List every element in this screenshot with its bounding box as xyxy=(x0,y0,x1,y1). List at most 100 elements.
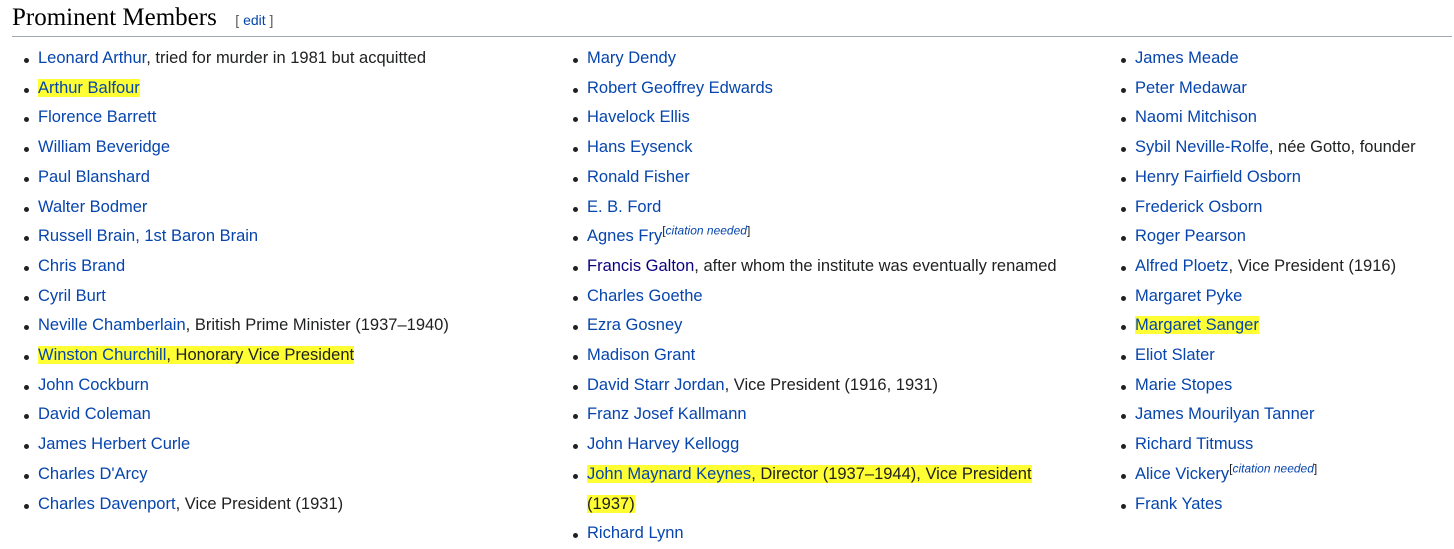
member-link[interactable]: Robert Geoffrey Edwards xyxy=(587,79,773,97)
member-list-item: Cyril Burt xyxy=(12,282,449,312)
member-list-item: John Cockburn xyxy=(12,371,449,401)
member-link[interactable]: David Starr Jordan xyxy=(587,376,725,394)
member-list-item: Chris Brand xyxy=(12,252,449,282)
citation-needed-tag: [citation needed] xyxy=(1229,461,1318,476)
members-column-1: Leonard Arthur, tried for murder in 1981… xyxy=(12,44,449,519)
members-column-2: Mary Dendy Robert Geoffrey Edwards Haveloc… xyxy=(561,44,1081,549)
member-link[interactable]: John Maynard Keynes xyxy=(587,465,751,483)
member-list-item: Madison Grant xyxy=(561,341,1081,371)
member-list-item: Neville Chamberlain, British Prime Minis… xyxy=(12,311,449,341)
member-list-item: Ezra Gosney xyxy=(561,311,1081,341)
member-note: , tried for murder in 1981 but acquitted xyxy=(146,49,426,67)
citation-needed-link[interactable]: citation needed xyxy=(666,224,747,238)
member-link[interactable]: Havelock Ellis xyxy=(587,108,690,126)
member-list-item: Walter Bodmer xyxy=(12,193,449,223)
member-link[interactable]: Alfred Ploetz xyxy=(1135,257,1229,275)
member-link[interactable]: Franz Josef Kallmann xyxy=(587,405,747,423)
member-link[interactable]: James Meade xyxy=(1135,49,1239,67)
member-link[interactable]: Ezra Gosney xyxy=(587,316,682,334)
member-link[interactable]: James Mourilyan Tanner xyxy=(1135,405,1314,423)
member-list-item: Richard Lynn xyxy=(561,519,1081,549)
member-link[interactable]: Florence Barrett xyxy=(38,108,156,126)
member-list-item: Richard Titmuss xyxy=(1109,430,1416,460)
member-link[interactable]: Charles D'Arcy xyxy=(38,465,148,483)
member-list-item: Hans Eysenck xyxy=(561,133,1081,163)
member-note: , Honorary Vice President xyxy=(166,346,355,365)
member-link[interactable]: Richard Lynn xyxy=(587,524,684,542)
member-link[interactable]: William Beveridge xyxy=(38,138,170,156)
member-link[interactable]: Roger Pearson xyxy=(1135,227,1246,245)
member-list-item: David Coleman xyxy=(12,400,449,430)
member-link[interactable]: Frederick Osborn xyxy=(1135,198,1262,216)
member-link[interactable]: Paul Blanshard xyxy=(38,168,150,186)
member-link[interactable]: Naomi Mitchison xyxy=(1135,108,1257,126)
member-link[interactable]: John Harvey Kellogg xyxy=(587,435,739,453)
member-note: , née Gotto, founder xyxy=(1268,138,1416,157)
citation-needed-link[interactable]: citation needed xyxy=(1233,461,1314,475)
member-list-item: Paul Blanshard xyxy=(12,163,449,193)
member-link[interactable]: Richard Titmuss xyxy=(1135,435,1253,453)
member-list-item: Leonard Arthur, tried for murder in 1981… xyxy=(12,44,449,74)
member-list-item: William Beveridge xyxy=(12,133,449,163)
members-column-3: James Meade Peter Medawar Naomi Mitchison S… xyxy=(1109,44,1416,519)
member-list-item: James Mourilyan Tanner xyxy=(1109,400,1416,430)
member-link[interactable]: Arthur Balfour xyxy=(38,79,140,97)
member-link[interactable]: Charles Davenport xyxy=(38,495,176,513)
member-link[interactable]: David Coleman xyxy=(38,405,151,423)
member-link[interactable]: Russell Brain, 1st Baron Brain xyxy=(38,227,258,245)
member-link[interactable]: Cyril Burt xyxy=(38,287,106,305)
member-list-item: Sybil Neville-Rolfe, née Gotto, founder xyxy=(1109,133,1416,163)
member-list-item: Marie Stopes xyxy=(1109,371,1416,401)
member-list-item: Florence Barrett xyxy=(12,103,449,133)
edit-link[interactable]: edit xyxy=(243,12,266,28)
member-list-item: Alfred Ploetz, Vice President (1916) xyxy=(1109,252,1416,282)
member-link[interactable]: Henry Fairfield Osborn xyxy=(1135,168,1301,186)
member-link[interactable]: Sybil Neville-Rolfe xyxy=(1135,138,1269,156)
member-list-item: John Maynard Keynes, Director (1937–1944… xyxy=(561,460,1057,519)
member-link[interactable]: Margaret Sanger xyxy=(1135,316,1259,334)
member-note: , British Prime Minister (1937–1940) xyxy=(185,316,449,335)
member-note: , Vice President (1931) xyxy=(175,494,344,513)
member-list-item: Henry Fairfield Osborn xyxy=(1109,163,1416,193)
member-list-item: John Harvey Kellogg xyxy=(561,430,1081,460)
member-link[interactable]: Leonard Arthur xyxy=(38,49,146,67)
member-link[interactable]: Agnes Fry xyxy=(587,227,662,245)
member-link[interactable]: Walter Bodmer xyxy=(38,198,147,216)
member-list-item: Charles Goethe xyxy=(561,282,1081,312)
member-list-item: E. B. Ford xyxy=(561,193,1081,223)
member-link[interactable]: Neville Chamberlain xyxy=(38,316,186,334)
member-link[interactable]: James Herbert Curle xyxy=(38,435,190,453)
member-link[interactable]: Winston Churchill xyxy=(38,346,166,364)
member-link[interactable]: Frank Yates xyxy=(1135,495,1222,513)
member-link[interactable]: Madison Grant xyxy=(587,346,695,364)
member-list-item: Alice Vickery[citation needed] xyxy=(1109,460,1416,490)
member-note: , after whom the institute was eventuall… xyxy=(694,256,1057,275)
member-link[interactable]: Peter Medawar xyxy=(1135,79,1247,97)
member-list-item: Frederick Osborn xyxy=(1109,193,1416,223)
member-list-item: Francis Galton, after whom the institute… xyxy=(561,252,1081,282)
member-link[interactable]: John Cockburn xyxy=(38,376,149,394)
member-list-item: Margaret Pyke xyxy=(1109,282,1416,312)
member-link[interactable]: Mary Dendy xyxy=(587,49,676,67)
member-link[interactable]: Hans Eysenck xyxy=(587,138,692,156)
member-link[interactable]: Eliot Slater xyxy=(1135,346,1215,364)
section-heading: Prominent Members [ edit ] xyxy=(12,2,1452,37)
member-list-item: Agnes Fry[citation needed] xyxy=(561,222,1081,252)
member-link[interactable]: Chris Brand xyxy=(38,257,125,275)
member-link[interactable]: Marie Stopes xyxy=(1135,376,1232,394)
member-link[interactable]: Margaret Pyke xyxy=(1135,287,1242,305)
member-link[interactable]: Charles Goethe xyxy=(587,287,703,305)
member-link[interactable]: Francis Galton xyxy=(587,257,694,275)
member-link[interactable]: Alice Vickery xyxy=(1135,465,1229,483)
member-note: , Vice President (1916, 1931) xyxy=(724,375,938,394)
member-list-item: Margaret Sanger xyxy=(1109,311,1416,341)
member-list-item: Mary Dendy xyxy=(561,44,1081,74)
member-list-item: Peter Medawar xyxy=(1109,74,1416,104)
member-list-item: Russell Brain, 1st Baron Brain xyxy=(12,222,449,252)
member-list-item: James Meade xyxy=(1109,44,1416,74)
edit-section: [ edit ] xyxy=(235,12,274,28)
member-list-item: Ronald Fisher xyxy=(561,163,1081,193)
member-link[interactable]: E. B. Ford xyxy=(587,198,661,216)
member-list-item: James Herbert Curle xyxy=(12,430,449,460)
member-link[interactable]: Ronald Fisher xyxy=(587,168,690,186)
